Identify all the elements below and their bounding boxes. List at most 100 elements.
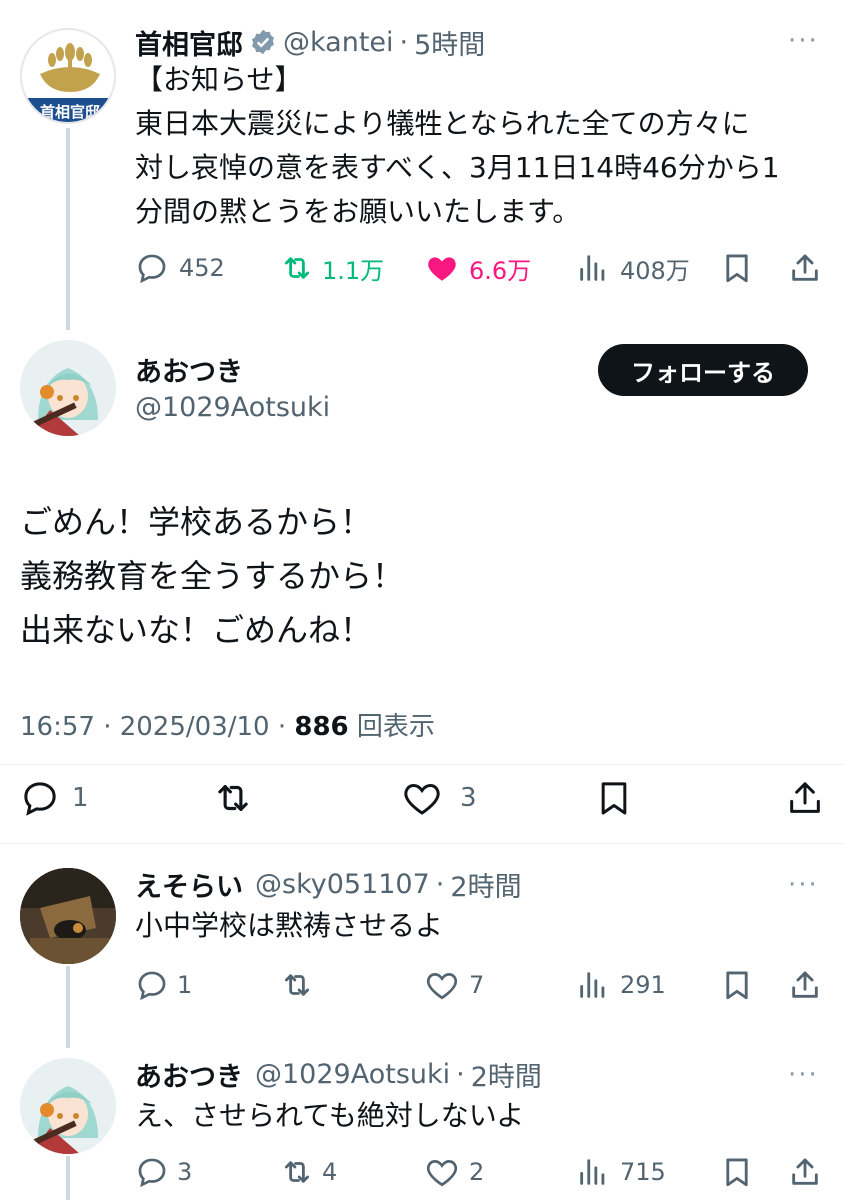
quoted-views-button[interactable]: 408万 (576, 248, 690, 288)
main-share-button[interactable] (785, 776, 825, 820)
aotsuki-avatar[interactable] (20, 1058, 116, 1154)
verified-badge-icon (249, 28, 277, 56)
separator-dot: · (456, 1058, 465, 1090)
retweet-icon (284, 1161, 310, 1183)
reply2-share-button[interactable] (788, 1152, 822, 1192)
share-icon (790, 782, 820, 813)
reply2-like-button[interactable]: 2 (425, 1152, 484, 1192)
heart-icon (426, 1160, 458, 1187)
thread-line (66, 966, 70, 1048)
quoted-time[interactable]: 5時間 (414, 23, 485, 62)
retweet-count: 4 (322, 1158, 338, 1186)
reply-count: 1 (177, 971, 193, 999)
esorai-avatar[interactable] (20, 868, 116, 964)
thread-line (66, 128, 70, 330)
reply2-author-name[interactable]: あおつき (135, 1055, 243, 1094)
reply-count: 3 (177, 1158, 193, 1186)
quoted-retweet-button[interactable]: 1.1万 (280, 248, 384, 288)
main-view-count: 886 (294, 712, 349, 742)
main-timestamp-row: 16:57 · 2025/03/10 · 886 回表示 (20, 706, 435, 743)
share-icon (792, 254, 818, 281)
anime-character-avatar-icon (20, 1058, 116, 1154)
reply-icon (24, 782, 56, 816)
reply-icon (138, 254, 166, 284)
reply2-reply-button[interactable]: 3 (135, 1152, 192, 1192)
main-line: 出来ないな！ごめんね！ (20, 611, 373, 649)
reply2-views-button[interactable]: 715 (576, 1152, 666, 1192)
main-author-name[interactable]: あおつき (135, 350, 243, 389)
thread-line (66, 1156, 70, 1200)
heart-icon (404, 783, 440, 815)
kantei-avatar-label: 首相官邸 (39, 103, 100, 121)
reply2-author-handle[interactable]: @1029Aotsuki (255, 1059, 450, 1090)
quoted-tweet-text: 【お知らせ】 東日本大震災により犠牲となられた全ての方々に 対し哀悼の意を表すべ… (135, 58, 825, 234)
view-count: 408万 (620, 256, 690, 285)
quoted-line: 対し哀悼の意を表すべく、3月11日14時46分から1 (135, 151, 780, 184)
reply1-author-name[interactable]: えそらい (135, 865, 243, 904)
bookmark-icon (726, 254, 748, 283)
separator-dot: · (435, 868, 445, 900)
divider (0, 843, 845, 844)
reply1-time[interactable]: 2時間 (450, 865, 521, 904)
follow-button[interactable]: フォローする (598, 344, 808, 396)
aotsuki-avatar[interactable] (20, 340, 116, 436)
reply1-like-button[interactable]: 7 (425, 965, 484, 1005)
share-icon (792, 1158, 818, 1185)
reply-count: 452 (179, 254, 225, 282)
reply2-text: え、させられても絶対しないよ (135, 1099, 525, 1132)
kantei-avatar[interactable]: 首相官邸 (20, 28, 116, 124)
retweet-count: 1.1万 (322, 256, 385, 285)
main-reply-button[interactable]: 1 (20, 776, 89, 820)
main-line: 義務教育を全うするから！ (20, 557, 405, 595)
reply1-author-handle[interactable]: @sky051107 (255, 869, 430, 900)
quoted-line: 東日本大震災により犠牲となられた全ての方々に (135, 107, 750, 140)
reply-icon (138, 1158, 166, 1188)
bookmark-icon (601, 782, 627, 815)
more-options-icon[interactable]: ··· (788, 26, 819, 56)
main-like-button[interactable]: 3 (402, 776, 477, 820)
main-retweet-button[interactable] (212, 776, 254, 820)
main-view-label: 回表示 (348, 712, 435, 742)
reply2-header: あおつき @1029Aotsuki · 2時間 (135, 1054, 542, 1094)
like-count: 3 (460, 783, 477, 813)
main-author-handle[interactable]: @1029Aotsuki (135, 392, 330, 423)
dark-photo-avatar-icon (20, 868, 116, 964)
reply2-bookmark-button[interactable] (720, 1152, 754, 1192)
views-icon (580, 1159, 605, 1185)
divider (0, 764, 845, 765)
quoted-bookmark-button[interactable] (720, 248, 754, 288)
main-bookmark-button[interactable] (594, 776, 634, 820)
reply1-views-button[interactable]: 291 (576, 965, 666, 1005)
quoted-header: 首相官邸 @kantei · 5時間 (135, 22, 485, 62)
quoted-line: 【お知らせ】 (135, 63, 303, 96)
main-tweet-text: ごめん！学校あるから！ 義務教育を全うするから！ 出来ないな！ごめんね！ (20, 495, 820, 657)
reply1-header: えそらい @sky051107 · 2時間 (135, 864, 522, 904)
reply1-bookmark-button[interactable] (720, 965, 754, 1005)
view-count: 715 (620, 1158, 666, 1186)
heart-icon (426, 973, 458, 1000)
retweet-icon (218, 785, 248, 811)
quoted-like-button[interactable]: 6.6万 (425, 248, 531, 288)
reply1-text: 小中学校は黙祷させるよ (135, 909, 444, 942)
reply1-share-button[interactable] (788, 965, 822, 1005)
like-count: 7 (469, 971, 485, 999)
like-count: 6.6万 (469, 256, 532, 285)
reply1-retweet-button[interactable] (280, 965, 314, 1005)
retweet-icon (284, 257, 310, 279)
quoted-author-name[interactable]: 首相官邸 (135, 23, 243, 62)
reply2-time[interactable]: 2時間 (471, 1055, 542, 1094)
main-timestamp[interactable]: 16:57 · 2025/03/10 · (20, 712, 294, 742)
more-options-icon[interactable]: ··· (788, 1060, 819, 1090)
more-options-icon[interactable]: ··· (788, 870, 819, 900)
separator-dot: · (399, 26, 409, 58)
quoted-author-handle[interactable]: @kantei (283, 27, 394, 58)
quoted-reply-button[interactable]: 452 (135, 248, 225, 288)
like-count: 2 (469, 1158, 485, 1186)
quoted-line: 分間の黙とうをお願いいたします。 (135, 195, 581, 228)
reply-count: 1 (72, 783, 89, 813)
reply1-reply-button[interactable]: 1 (135, 965, 192, 1005)
reply2-retweet-button[interactable]: 4 (280, 1152, 337, 1192)
share-icon (792, 971, 818, 998)
bookmark-icon (726, 1158, 748, 1187)
quoted-share-button[interactable] (788, 248, 822, 288)
